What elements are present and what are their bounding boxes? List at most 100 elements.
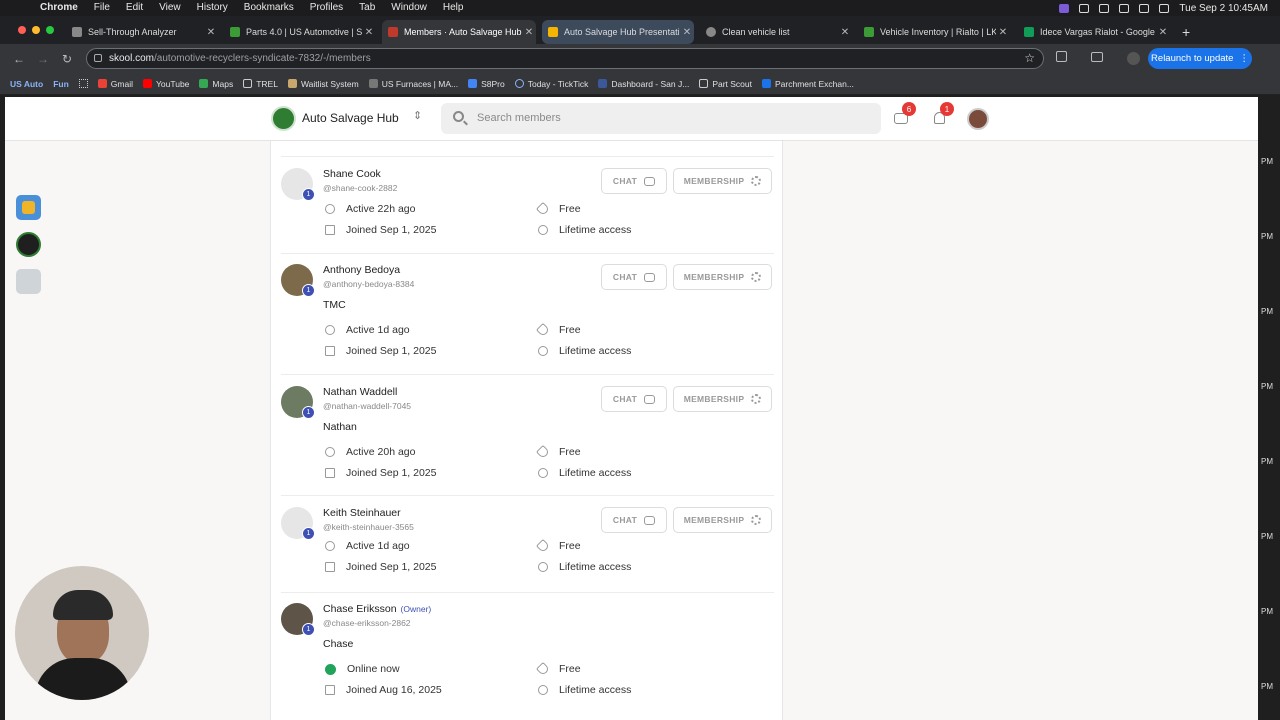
- apps-grid-icon[interactable]: [78, 79, 88, 88]
- forward-icon[interactable]: →: [37, 52, 49, 66]
- menu-help[interactable]: Help: [443, 0, 464, 16]
- minimize-window-button[interactable]: [32, 26, 40, 34]
- screen-share-icon[interactable]: [1059, 3, 1070, 13]
- bookmark-star-icon[interactable]: ☆: [1024, 51, 1035, 65]
- tab-5[interactable]: Vehicle Inventory | Rialto | LK ✕: [858, 20, 1010, 44]
- menu-tab[interactable]: Tab: [359, 0, 375, 16]
- tab-favicon-icon: [1024, 27, 1034, 37]
- bookmark-item[interactable]: Parchment Exchan...: [762, 79, 854, 89]
- menu-view[interactable]: View: [159, 0, 181, 16]
- menu-window[interactable]: Window: [391, 0, 427, 16]
- address-bar[interactable]: skool.com/automotive-recyclers-syndicate…: [86, 48, 1044, 69]
- group-icon-cat[interactable]: [16, 195, 41, 220]
- member-name[interactable]: Nathan Waddell: [323, 386, 397, 398]
- volume-icon[interactable]: [1099, 3, 1110, 13]
- clock[interactable]: Tue Sep 2 10:45AM: [1179, 3, 1268, 14]
- reload-icon[interactable]: ↻: [62, 52, 72, 66]
- close-icon[interactable]: ✕: [838, 27, 852, 38]
- menu-file[interactable]: File: [94, 0, 110, 16]
- app-status-icon[interactable]: [1079, 3, 1090, 13]
- joined-text: Joined Sep 1, 2025: [346, 345, 437, 357]
- notification-badge: 1: [940, 102, 954, 116]
- membership-button[interactable]: MEMBERSHIP: [673, 507, 772, 533]
- mac-menubar: Chrome File Edit View History Bookmarks …: [0, 0, 1280, 16]
- bookmark-item[interactable]: Gmail: [97, 79, 133, 89]
- search-icon[interactable]: [1159, 3, 1170, 13]
- search-input[interactable]: Search members: [441, 103, 881, 134]
- menu-edit[interactable]: Edit: [126, 0, 143, 16]
- battery-icon[interactable]: [1119, 3, 1130, 13]
- calendar-icon: [325, 346, 335, 356]
- bookmark-item[interactable]: S8Pro: [468, 79, 505, 89]
- close-window-button[interactable]: [18, 26, 26, 34]
- bookmark-folder[interactable]: Fun: [53, 79, 69, 89]
- member-name-text: Chase Eriksson: [323, 603, 397, 615]
- group-icon-other[interactable]: [16, 269, 41, 294]
- cast-icon[interactable]: [1091, 52, 1103, 62]
- extensions-icon[interactable]: [1056, 51, 1067, 62]
- tab-4[interactable]: Clean vehicle list ✕: [700, 20, 852, 44]
- bookmark-item[interactable]: Dashboard - San J...: [598, 79, 689, 89]
- close-icon[interactable]: ✕: [680, 27, 694, 38]
- list-item: 1 Keith Steinhauer @keith-steinhauer-356…: [281, 507, 774, 592]
- membership-label: MEMBERSHIP: [683, 394, 745, 404]
- cat-icon: [22, 201, 35, 214]
- close-icon[interactable]: ✕: [362, 27, 376, 38]
- chat-bubble-icon: [644, 394, 656, 404]
- group-switcher-icon[interactable]: ⇕: [413, 109, 422, 122]
- close-icon[interactable]: ✕: [204, 27, 218, 38]
- wifi-icon[interactable]: [1139, 3, 1150, 13]
- tab-1[interactable]: Parts 4.0 | US Automotive | St ✕: [224, 20, 376, 44]
- membership-button[interactable]: MEMBERSHIP: [673, 168, 772, 194]
- bookmark-item[interactable]: TREL: [243, 79, 278, 89]
- bookmark-folder[interactable]: US Auto: [10, 79, 43, 89]
- tab-6[interactable]: Idece Vargas Rialot - Google ✕: [1018, 20, 1170, 44]
- new-tab-button[interactable]: +: [1176, 20, 1196, 44]
- bookmark-label: Waitlist System: [300, 78, 359, 89]
- back-icon[interactable]: ←: [13, 52, 25, 66]
- member-name[interactable]: Keith Steinhauer: [323, 507, 401, 519]
- close-icon[interactable]: ✕: [522, 27, 536, 38]
- chat-icon[interactable]: 6: [893, 102, 916, 128]
- chat-button[interactable]: CHAT: [601, 168, 667, 194]
- close-icon[interactable]: ✕: [1156, 27, 1170, 38]
- menu-history[interactable]: History: [197, 0, 228, 16]
- user-avatar[interactable]: [967, 108, 989, 130]
- menu-profiles[interactable]: Profiles: [310, 0, 343, 16]
- join-date: Joined Sep 1, 2025: [325, 224, 437, 236]
- tab-2[interactable]: Members · Auto Salvage Hub ✕: [382, 20, 536, 44]
- bookmark-item[interactable]: YouTube: [143, 79, 189, 89]
- member-name[interactable]: Chase Eriksson (Owner): [323, 603, 431, 615]
- site-info-icon[interactable]: [94, 54, 102, 62]
- bookmark-item[interactable]: Part Scout: [699, 79, 752, 89]
- bookmark-item[interactable]: Waitlist System: [287, 78, 359, 89]
- tab-0[interactable]: Sell-Through Analyzer ✕: [66, 20, 218, 44]
- menu-app[interactable]: Chrome: [40, 0, 78, 16]
- webcam-overlay: [15, 566, 149, 700]
- group-logo[interactable]: [271, 106, 296, 131]
- notifications-icon[interactable]: 1: [931, 102, 954, 128]
- bookmark-item[interactable]: Maps: [199, 79, 233, 89]
- chat-button[interactable]: CHAT: [601, 386, 667, 412]
- group-icon-auto-salvage[interactable]: [16, 232, 41, 257]
- relaunch-label: Relaunch to update: [1151, 53, 1234, 64]
- group-name[interactable]: Auto Salvage Hub: [302, 111, 399, 125]
- profile-avatar[interactable]: [1127, 52, 1140, 65]
- apple-icon[interactable]: [14, 3, 24, 14]
- member-name[interactable]: Shane Cook: [323, 168, 381, 180]
- browser-toolbar: ← → ↻ skool.com/automotive-recyclers-syn…: [0, 44, 1280, 73]
- membership-button[interactable]: MEMBERSHIP: [673, 264, 772, 290]
- tab-3[interactable]: Auto Salvage Hub Presentatio ✕: [542, 20, 694, 44]
- member-name[interactable]: Anthony Bedoya: [323, 264, 400, 276]
- zoom-window-button[interactable]: [46, 26, 54, 34]
- last-active: Active 22h ago: [325, 203, 415, 215]
- membership-button[interactable]: MEMBERSHIP: [673, 386, 772, 412]
- chat-button[interactable]: CHAT: [601, 507, 667, 533]
- relaunch-button[interactable]: Relaunch to update ⋮: [1148, 48, 1252, 69]
- chat-button[interactable]: CHAT: [601, 264, 667, 290]
- bookmark-item[interactable]: US Furnaces | MA...: [368, 79, 458, 89]
- close-icon[interactable]: ✕: [996, 27, 1010, 38]
- chat-bubble-icon: [644, 515, 656, 525]
- menu-bookmarks[interactable]: Bookmarks: [244, 0, 294, 16]
- bookmark-item[interactable]: Today - TickTick: [514, 79, 588, 89]
